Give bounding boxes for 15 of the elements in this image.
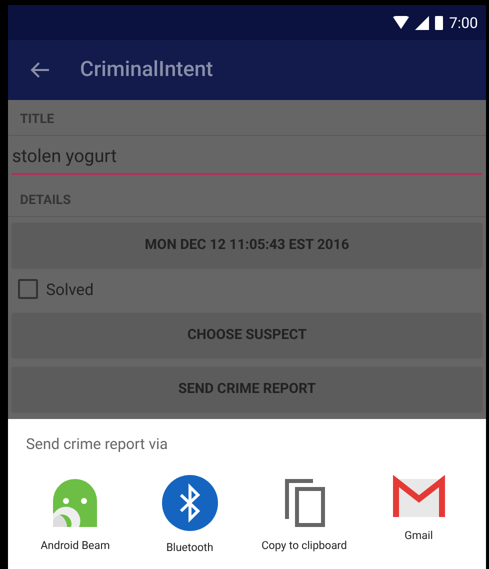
app-label[interactable]: Bluetooth bbox=[166, 541, 214, 554]
app-label[interactable]: Android Beam bbox=[40, 539, 110, 552]
signal-icon bbox=[415, 16, 430, 30]
gmail-icon bbox=[392, 475, 446, 519]
solved-label: Solved bbox=[46, 280, 94, 298]
battery-icon bbox=[435, 15, 444, 30]
back-arrow-icon[interactable] bbox=[30, 61, 50, 79]
bluetooth-icon bbox=[162, 475, 218, 531]
solved-checkbox[interactable] bbox=[18, 279, 38, 299]
toolbar-title: CriminalIntent bbox=[80, 58, 214, 82]
wifi-icon bbox=[393, 16, 410, 30]
app-label[interactable]: Copy to clipboard bbox=[261, 539, 348, 552]
status-time: 7:00 bbox=[449, 14, 478, 32]
share-sheet-title: Send crime report via bbox=[25, 434, 169, 453]
app-label[interactable]: Gmail bbox=[404, 529, 433, 542]
